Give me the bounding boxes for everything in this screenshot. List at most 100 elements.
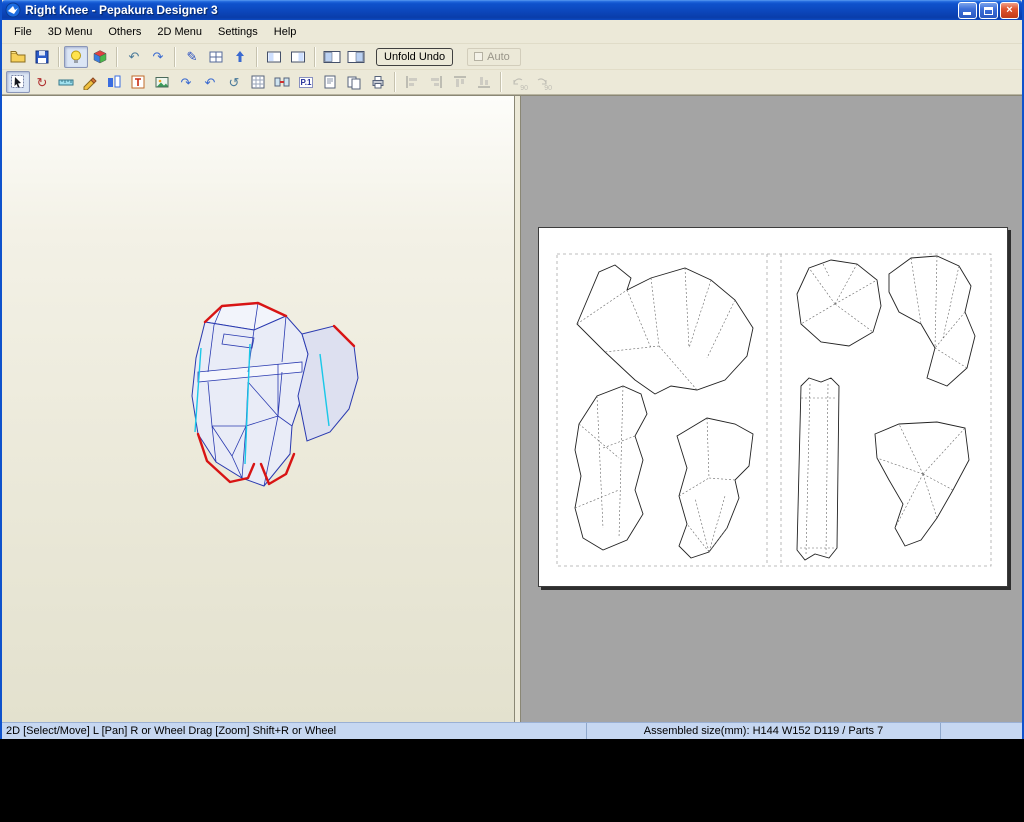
open-button[interactable] — [6, 46, 30, 68]
paint-flap-button[interactable] — [78, 71, 102, 93]
toolbar-separator — [256, 46, 258, 67]
menu-settings[interactable]: Settings — [210, 23, 266, 41]
split-view-left-icon — [323, 50, 341, 63]
maximize-icon — [984, 6, 993, 15]
layout-split-left-button[interactable] — [320, 46, 344, 68]
toolbar-separator — [314, 46, 316, 67]
titlebar[interactable]: Right Knee - Pepakura Designer 3 × — [2, 0, 1022, 20]
window-3d-icon — [267, 51, 281, 62]
status-spacer — [941, 723, 1022, 739]
align-right-icon — [431, 76, 442, 88]
auto-checkbox[interactable]: Auto — [467, 47, 521, 66]
rotate-ccw-icon: ↺ — [228, 74, 240, 90]
ruler-icon — [58, 79, 74, 86]
align-left-icon — [406, 76, 417, 88]
check-mesh-button[interactable] — [204, 46, 228, 68]
light-toggle-button[interactable] — [64, 45, 88, 68]
auto-label: Auto — [487, 50, 510, 63]
menu-2d-menu[interactable]: 2D Menu — [149, 23, 210, 41]
pattern-part-3[interactable] — [676, 417, 754, 559]
minimize-button[interactable] — [958, 1, 977, 19]
rotate-90-ccw-button[interactable]: 90 — [506, 71, 530, 93]
ruler-button[interactable] — [54, 71, 78, 93]
align-left-button[interactable] — [400, 71, 424, 93]
show-3d-window-button[interactable] — [262, 46, 286, 68]
toolbar-separator — [500, 72, 502, 92]
pattern-page[interactable] — [538, 227, 1008, 587]
toolbar-separator — [116, 46, 118, 67]
curve-right-icon: ↷ — [180, 74, 192, 90]
page-number-button[interactable]: P.1 — [294, 71, 318, 93]
layout-split-right-button[interactable] — [344, 46, 368, 68]
print-preview-button[interactable] — [342, 71, 366, 93]
curve-left-icon: ↶ — [204, 74, 216, 90]
rotate-tool-button[interactable]: ↻ — [30, 71, 54, 93]
align-top-icon — [454, 76, 466, 87]
pattern-layout — [556, 253, 992, 567]
2d-view-pane[interactable] — [521, 96, 1022, 722]
edit-mode-button[interactable]: ✎ — [180, 46, 204, 68]
status-assembled-size: Assembled size(mm): H144 W152 D119 / Par… — [587, 723, 941, 739]
save-button[interactable] — [30, 46, 54, 68]
divide-part-button[interactable] — [246, 71, 270, 93]
layer-order-button[interactable] — [102, 71, 126, 93]
redo-icon: ↷ — [152, 49, 164, 64]
reset-view-button[interactable] — [228, 46, 252, 68]
pen-icon: ✎ — [186, 49, 198, 64]
print-button[interactable] — [366, 71, 390, 93]
rotate-90-ccw-label: 90 — [520, 85, 528, 92]
align-top-button[interactable] — [448, 71, 472, 93]
app-window: Right Knee - Pepakura Designer 3 × File … — [0, 0, 1024, 739]
curve-left-button[interactable]: ↶ — [198, 71, 222, 93]
close-button[interactable]: × — [1000, 1, 1019, 19]
paint-icon — [83, 77, 97, 90]
add-image-button[interactable] — [150, 71, 174, 93]
pattern-part-6[interactable] — [796, 377, 840, 561]
pattern-part-2[interactable] — [574, 385, 648, 551]
grid-icon — [251, 75, 265, 89]
mesh-window-icon — [209, 51, 223, 62]
align-bottom-icon — [478, 77, 490, 88]
select-move-tool-button[interactable] — [6, 71, 30, 93]
menu-others[interactable]: Others — [100, 23, 149, 41]
undo-icon: ↶ — [128, 49, 140, 64]
pattern-part-7[interactable] — [874, 421, 970, 547]
redo-button[interactable]: ↷ — [146, 46, 170, 68]
join-parts-button[interactable] — [270, 71, 294, 93]
page-setup-button[interactable] — [318, 71, 342, 93]
align-bottom-button[interactable] — [472, 71, 496, 93]
pattern-part-1[interactable] — [576, 264, 754, 395]
rotate-90-cw-button[interactable]: 90 — [530, 71, 554, 93]
add-text-button[interactable] — [126, 71, 150, 93]
page-number-icon: P.1 — [298, 76, 314, 88]
3d-model-wireframe — [191, 301, 359, 487]
3d-view-pane[interactable] — [2, 96, 515, 722]
minimize-icon — [963, 11, 971, 15]
rotate-ccw-button[interactable]: ↺ — [222, 71, 246, 93]
show-2d-window-button[interactable] — [286, 46, 310, 68]
toolbar-main: ↶ ↷ ✎ Unfold Undo Auto — [2, 44, 1022, 70]
checkbox-icon — [474, 52, 484, 61]
pattern-part-4[interactable] — [796, 259, 882, 347]
unfold-undo-button[interactable]: Unfold Undo — [376, 47, 454, 66]
texture-cube-icon — [93, 49, 107, 63]
menu-help[interactable]: Help — [266, 23, 305, 41]
texture-view-button[interactable] — [88, 46, 112, 68]
toolbar-separator — [174, 46, 176, 67]
pattern-part-5[interactable] — [888, 255, 976, 387]
app-icon — [5, 2, 21, 18]
layers-icon — [108, 75, 121, 88]
menu-file[interactable]: File — [6, 23, 40, 41]
printer-icon — [372, 76, 384, 89]
menu-3d-menu[interactable]: 3D Menu — [40, 23, 101, 41]
align-right-button[interactable] — [424, 71, 448, 93]
statusbar: 2D [Select/Move] L [Pan] R or Wheel Drag… — [2, 722, 1022, 739]
curve-right-button[interactable]: ↷ — [174, 71, 198, 93]
window-2d-icon — [291, 51, 305, 62]
status-hint: 2D [Select/Move] L [Pan] R or Wheel Drag… — [2, 723, 587, 739]
maximize-button[interactable] — [979, 1, 998, 19]
undo-button[interactable]: ↶ — [122, 46, 146, 68]
rotate-90-cw-label: 90 — [544, 85, 552, 92]
window-controls: × — [958, 1, 1019, 19]
image-icon — [155, 77, 169, 88]
